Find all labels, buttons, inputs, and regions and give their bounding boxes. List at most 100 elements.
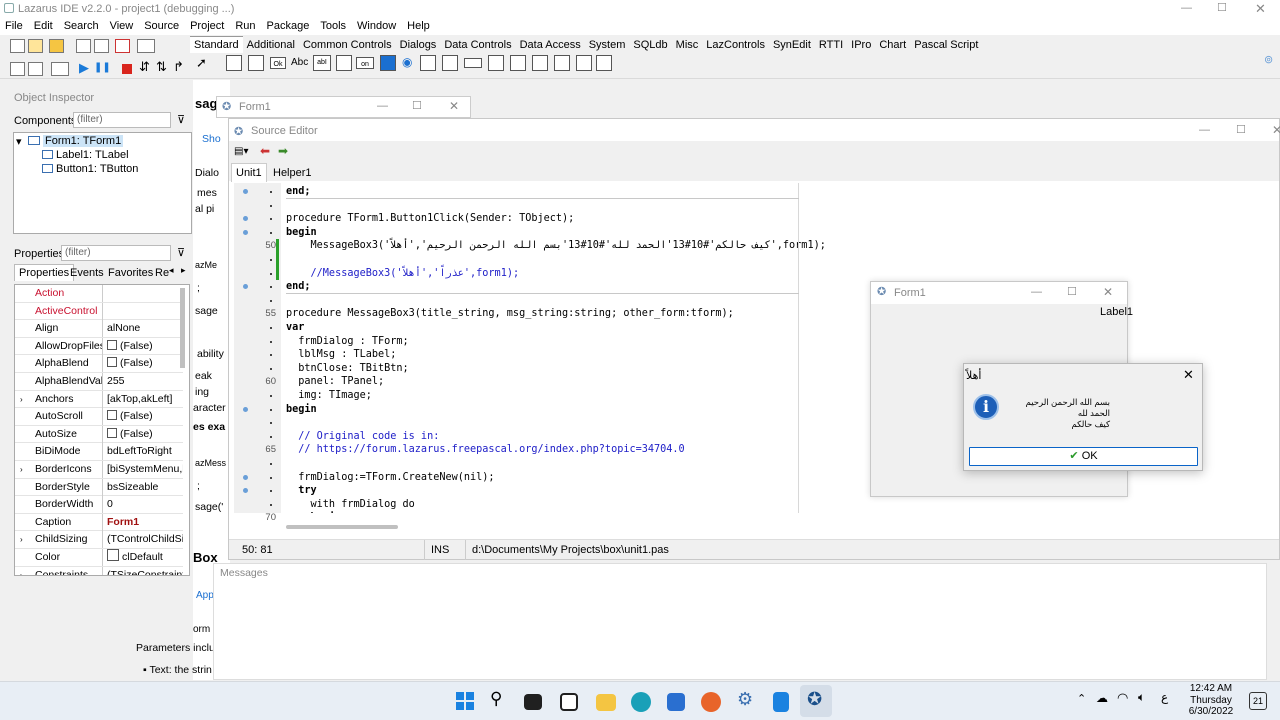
palette-tab-system[interactable]: System xyxy=(585,37,630,53)
new-unit-icon[interactable] xyxy=(10,39,25,53)
expand-icon[interactable]: › xyxy=(20,531,23,548)
property-grid-scrollbar[interactable] xyxy=(180,288,185,368)
palette-tab-common-controls[interactable]: Common Controls xyxy=(299,37,396,53)
ok-button[interactable]: ✔ OK xyxy=(969,447,1198,466)
tscrollbar-icon[interactable] xyxy=(464,58,482,68)
tlabel-icon[interactable]: Abc xyxy=(291,57,308,68)
checkbox-icon[interactable] xyxy=(107,427,117,438)
search-icon[interactable]: ⚲ xyxy=(490,689,502,709)
breakpoint-marker-icon[interactable] xyxy=(243,406,248,412)
open-icon[interactable] xyxy=(49,39,64,53)
volume-icon[interactable]: 🔈︎ xyxy=(1138,690,1145,705)
jump-forward-icon[interactable]: ➡ xyxy=(278,144,288,158)
code-line[interactable]: //MessageBox3('عذراً','أهلاً',form1); xyxy=(286,267,520,281)
settings-gear-icon[interactable]: ⚙ xyxy=(737,689,753,710)
menu-tools[interactable]: Tools xyxy=(315,18,352,35)
property-value[interactable]: (False) xyxy=(107,355,183,372)
palette-tab-lazcontrols[interactable]: LazControls xyxy=(702,37,769,53)
breakpoint-marker-icon[interactable] xyxy=(243,474,248,480)
input-language[interactable]: ع xyxy=(1161,690,1168,704)
dialog-close-icon[interactable]: ✕ xyxy=(1183,367,1194,383)
store-icon[interactable] xyxy=(667,693,685,711)
messages-scrollbar[interactable] xyxy=(1267,566,1280,678)
menu-edit[interactable]: Edit xyxy=(29,18,59,35)
menu-project[interactable]: Project xyxy=(185,18,230,35)
expand-icon[interactable]: › xyxy=(20,461,23,478)
palette-tab-synedit[interactable]: SynEdit xyxy=(769,37,815,53)
file-explorer-icon[interactable] xyxy=(596,694,616,711)
property-value[interactable]: bdLeftToRight xyxy=(107,443,183,460)
property-row[interactable]: AutoSize (False) xyxy=(15,425,183,444)
save-all-icon[interactable] xyxy=(94,39,109,53)
property-value[interactable]: alNone xyxy=(107,320,183,337)
property-value[interactable]: Form1 xyxy=(107,514,183,531)
new-form-icon[interactable] xyxy=(28,39,43,53)
code-line[interactable]: begin xyxy=(286,403,317,417)
breakpoint-marker-icon[interactable] xyxy=(243,284,248,290)
properties-filter-clear-icon[interactable]: ⊽ xyxy=(177,246,185,259)
property-value[interactable]: [biSystemMenu,l xyxy=(107,461,183,478)
filter-clear-icon[interactable]: ⊽ xyxy=(177,113,185,126)
menu-search[interactable]: Search xyxy=(59,18,105,35)
wifi-icon[interactable]: ◠ xyxy=(1117,690,1128,706)
palette-tab-standard[interactable]: Standard xyxy=(190,36,243,53)
form1-bg-close-icon[interactable]: ✕ xyxy=(449,99,459,113)
toggle-view-icon[interactable] xyxy=(28,62,43,76)
form1-maximize-icon[interactable]: ☐ xyxy=(1067,285,1077,298)
property-row[interactable]: › BorderIcons [biSystemMenu,l xyxy=(15,461,183,479)
notification-count[interactable]: 21 xyxy=(1249,692,1267,710)
code-line[interactable]: // Original code is in: xyxy=(286,430,439,444)
view-forms-icon[interactable] xyxy=(137,39,155,53)
maximize-icon[interactable]: ☐ xyxy=(1217,1,1227,14)
tradiobutton-icon[interactable]: ◉ xyxy=(402,55,412,69)
palette-tab-data-controls[interactable]: Data Controls xyxy=(440,37,515,53)
lazarus-taskbar-active[interactable]: ✪ xyxy=(800,685,832,717)
property-row[interactable]: ActiveControl xyxy=(15,302,183,321)
editor-close-icon[interactable]: ✕ xyxy=(1272,123,1280,137)
code-line[interactable]: img: TImage; xyxy=(286,389,372,403)
ttogglebox-icon[interactable]: on xyxy=(356,57,374,69)
expand-icon[interactable]: › xyxy=(20,567,23,575)
code-line[interactable]: lblMsg : TLabel; xyxy=(286,348,396,362)
firefox-icon[interactable] xyxy=(701,692,721,712)
breakpoint-marker-icon[interactable] xyxy=(243,488,248,494)
palette-tab-data-access[interactable]: Data Access xyxy=(516,37,585,53)
property-row[interactable]: Color clDefault xyxy=(15,549,183,567)
code-line[interactable]: end; xyxy=(286,185,311,199)
breakpoint-marker-icon[interactable] xyxy=(243,189,248,194)
run-icon[interactable]: ▶ xyxy=(79,60,89,76)
components-filter-input[interactable]: (filter) xyxy=(73,112,171,128)
expand-icon[interactable]: › xyxy=(20,391,23,408)
view-units-icon[interactable] xyxy=(10,62,25,76)
tree-item-button1[interactable]: Button1: TButton xyxy=(56,163,138,175)
property-row[interactable]: › Anchors [akTop,akLeft] xyxy=(15,390,183,409)
property-value[interactable]: [akTop,akLeft] xyxy=(107,391,183,408)
property-value[interactable]: clDefault xyxy=(107,549,183,566)
menu-help[interactable]: Help xyxy=(402,18,436,35)
palette-tab-additional[interactable]: Additional xyxy=(243,37,299,53)
tgroupbox-icon[interactable] xyxy=(488,55,504,71)
palette-tab-pascal-script[interactable]: Pascal Script xyxy=(910,37,982,53)
property-row[interactable]: Align alNone xyxy=(15,320,183,338)
property-row[interactable]: AutoScroll (False) xyxy=(15,408,183,426)
tab-restricted[interactable]: Re xyxy=(155,267,169,279)
property-row[interactable]: AllowDropFiles (False) xyxy=(15,337,183,356)
task-view-icon[interactable] xyxy=(524,694,542,710)
tedit-icon[interactable]: abI xyxy=(313,55,331,71)
property-row[interactable]: BorderWidth 0 xyxy=(15,496,183,514)
tree-expand-icon[interactable]: ▾ xyxy=(16,135,22,148)
palette-tab-dialogs[interactable]: Dialogs xyxy=(396,37,441,53)
popupmenu-icon[interactable] xyxy=(248,55,264,71)
palette-tab-ipro[interactable]: IPro xyxy=(847,37,875,53)
jump-history-icon[interactable]: ▤▾ xyxy=(234,146,248,157)
checkbox-icon[interactable] xyxy=(107,410,117,421)
property-value[interactable]: bsSizeable xyxy=(107,479,183,496)
palette-tab-chart[interactable]: Chart xyxy=(875,37,910,53)
palette-tab-rtti[interactable]: RTTI xyxy=(815,37,847,53)
code-line[interactable]: procedure MessageBox3(title_string, msg_… xyxy=(286,307,734,321)
property-value[interactable]: 255 xyxy=(107,373,183,390)
form1-bg-maximize-icon[interactable]: ☐ xyxy=(412,99,422,112)
code-line[interactable]: MessageBox3('كيف حالكم'#10#13'الحمد لله'… xyxy=(286,239,826,253)
breakpoint-marker-icon[interactable] xyxy=(243,229,248,235)
mainmenu-icon[interactable] xyxy=(226,55,242,71)
